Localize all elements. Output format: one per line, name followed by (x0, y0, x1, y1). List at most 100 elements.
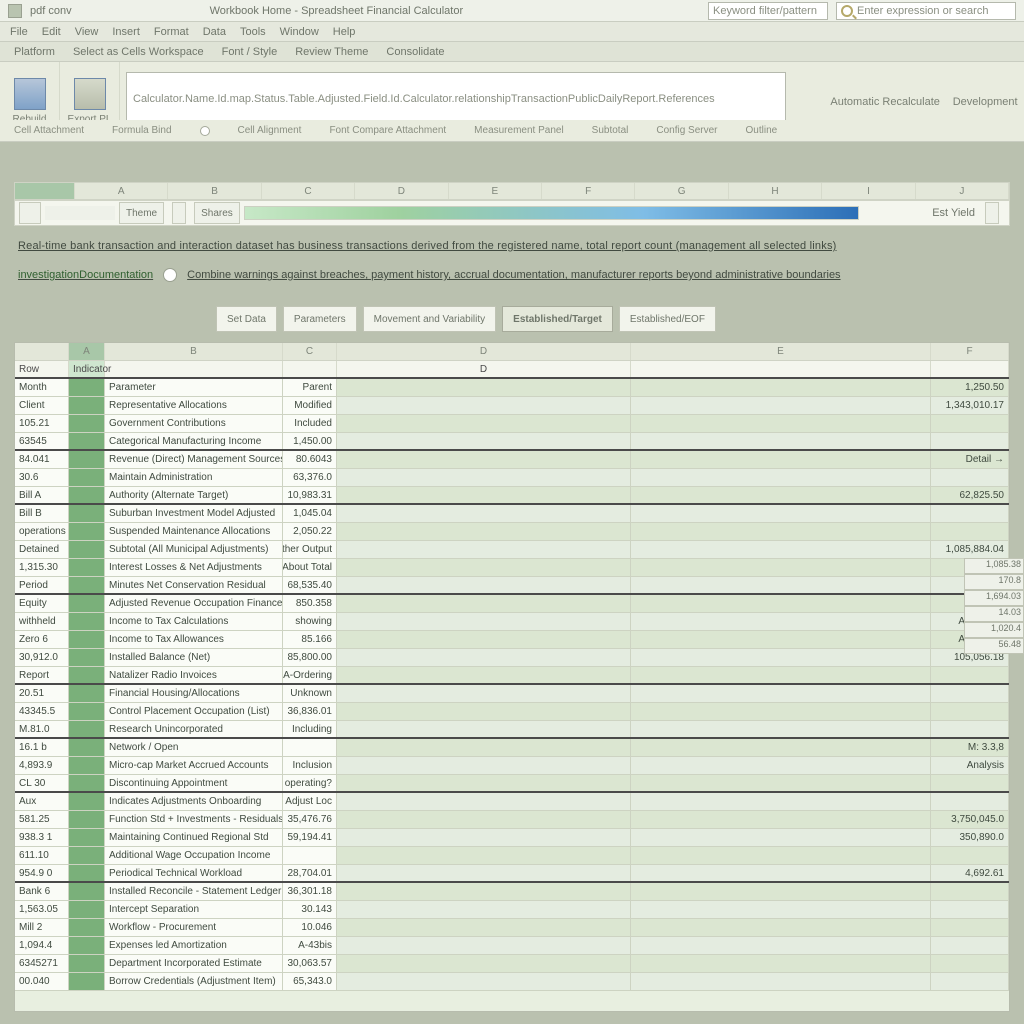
table-row[interactable]: 43345.5Control Placement Occupation (Lis… (15, 703, 1009, 721)
cell-c[interactable]: Unknown (283, 685, 337, 702)
cell-c[interactable]: 30,063.57 (283, 955, 337, 972)
cell-c[interactable]: 35,476.76 (283, 811, 337, 828)
table-row[interactable]: DetainedSubtotal (All Municipal Adjustme… (15, 541, 1009, 559)
ghl-A[interactable]: A (69, 343, 105, 360)
cell-rowid[interactable]: 4,893.9 (15, 757, 69, 774)
cell-e[interactable] (631, 901, 931, 918)
hdr-b[interactable] (105, 361, 283, 377)
cell-a[interactable] (69, 829, 105, 846)
cell-rowid[interactable]: 611.10 (15, 847, 69, 864)
menu-help[interactable]: Help (333, 26, 356, 38)
subr-1[interactable]: Formula Bind (112, 125, 171, 136)
cell-c[interactable]: 65,343.0 (283, 973, 337, 990)
col-F[interactable]: F (542, 183, 635, 199)
cell-e[interactable] (631, 667, 931, 683)
cell-c[interactable]: 36,301.18 (283, 883, 337, 900)
col-H[interactable]: H (729, 183, 822, 199)
cell-e[interactable] (631, 559, 931, 576)
cell-d[interactable] (337, 739, 631, 756)
cell-f[interactable] (931, 415, 1009, 432)
cell-e[interactable] (631, 973, 931, 990)
filter-set-data[interactable]: Set Data (216, 306, 277, 332)
cell-e[interactable] (631, 775, 931, 791)
cell-b[interactable]: Suspended Maintenance Allocations (105, 523, 283, 540)
col-A[interactable]: A (75, 183, 168, 199)
table-row[interactable]: ReportNatalizer Radio InvoicesA-Ordering (15, 667, 1009, 685)
hdr-f[interactable] (931, 361, 1009, 377)
table-row[interactable]: 954.9 0Periodical Technical Workload28,7… (15, 865, 1009, 883)
ribbon-right-0[interactable]: Automatic Recalculate (830, 96, 939, 108)
cell-rowid[interactable]: 105.21 (15, 415, 69, 432)
cell-rowid[interactable]: M.81.0 (15, 721, 69, 737)
keyword-search[interactable]: Keyword filter/pattern (708, 2, 828, 20)
table-row[interactable]: 00.040Borrow Credentials (Adjustment Ite… (15, 973, 1009, 991)
cell-rowid[interactable]: Bill A (15, 487, 69, 503)
cell-rowid[interactable]: Detained (15, 541, 69, 558)
cell-d[interactable] (337, 937, 631, 954)
cell-rowid[interactable]: Report (15, 667, 69, 683)
ribbontab-4[interactable]: Consolidate (386, 46, 444, 58)
cell-d[interactable] (337, 487, 631, 503)
slider-handle2-icon[interactable] (172, 202, 186, 224)
cell-b[interactable]: Adjusted Revenue Occupation Finances (105, 595, 283, 612)
ghl-D[interactable]: D (337, 343, 631, 360)
cell-b[interactable]: Department Incorporated Estimate (105, 955, 283, 972)
cell-c[interactable]: 59,194.41 (283, 829, 337, 846)
cell-b[interactable]: Expenses led Amortization (105, 937, 283, 954)
slider-chip-shares[interactable]: Shares (194, 202, 240, 224)
cell-f[interactable] (931, 775, 1009, 791)
filter-est-eof[interactable]: Established/EOF (619, 306, 716, 332)
cell-rowid[interactable]: 954.9 0 (15, 865, 69, 881)
cell-f[interactable] (931, 793, 1009, 810)
cell-b[interactable]: Workflow - Procurement (105, 919, 283, 936)
cell-d[interactable] (337, 469, 631, 486)
cell-c[interactable]: 30.143 (283, 901, 337, 918)
cell-rowid[interactable]: 16.1 b (15, 739, 69, 756)
table-row[interactable]: 1,094.4Expenses led AmortizationA-43bis (15, 937, 1009, 955)
cell-b[interactable]: Installed Balance (Net) (105, 649, 283, 666)
hdr-a[interactable]: Indicator (69, 361, 105, 377)
menu-edit[interactable]: Edit (42, 26, 61, 38)
cell-b[interactable]: Income to Tax Allowances (105, 631, 283, 648)
cell-e[interactable] (631, 631, 931, 648)
cell-b[interactable]: Interest Losses & Net Adjustments (105, 559, 283, 576)
cell-f[interactable]: 3,750,045.0 (931, 811, 1009, 828)
path-bar[interactable]: Calculator.Name.Id.map.Status.Table.Adju… (126, 72, 786, 125)
cell-b[interactable]: Representative Allocations (105, 397, 283, 414)
menu-insert[interactable]: Insert (112, 26, 140, 38)
cell-rowid[interactable]: 581.25 (15, 811, 69, 828)
slider-chip-theme[interactable]: Theme (119, 202, 164, 224)
cell-rowid[interactable]: Zero 6 (15, 631, 69, 648)
slider-end-icon[interactable] (985, 202, 999, 224)
cell-c[interactable]: 80.6043 (283, 451, 337, 468)
cell-a[interactable] (69, 505, 105, 522)
subr-0[interactable]: Cell Attachment (14, 125, 84, 136)
cell-e[interactable] (631, 919, 931, 936)
cell-f[interactable] (931, 685, 1009, 702)
cell-a[interactable] (69, 487, 105, 503)
table-row[interactable]: 6345271 Department Incorporated Estimate3… (15, 955, 1009, 973)
cell-e[interactable] (631, 703, 931, 720)
table-row[interactable]: MonthParameterParent1,250.50 (15, 379, 1009, 397)
cell-a[interactable] (69, 721, 105, 737)
cell-e[interactable] (631, 487, 931, 503)
cell-f[interactable] (931, 847, 1009, 864)
cell-c[interactable] (283, 847, 337, 864)
cell-c[interactable]: 1,045.04 (283, 505, 337, 522)
cell-a[interactable] (69, 631, 105, 648)
cell-d[interactable] (337, 883, 631, 900)
cell-a[interactable] (69, 757, 105, 774)
cell-d[interactable] (337, 955, 631, 972)
cell-d[interactable] (337, 829, 631, 846)
table-row[interactable]: Zero 6Income to Tax Allowances85.166A - … (15, 631, 1009, 649)
cell-b[interactable]: Maintaining Continued Regional Std (105, 829, 283, 846)
cell-b[interactable]: Periodical Technical Workload (105, 865, 283, 881)
cell-f[interactable]: 1,250.50 (931, 379, 1009, 396)
cell-f[interactable]: 62,825.50 (931, 487, 1009, 503)
cell-rowid[interactable]: withheld (15, 613, 69, 630)
cell-rowid[interactable]: 1,563.05 (15, 901, 69, 918)
cell-rowid[interactable]: 6345271 (15, 955, 69, 972)
cell-e[interactable] (631, 721, 931, 737)
cell-c[interactable]: 68,535.40 (283, 577, 337, 593)
cell-f[interactable]: M: 3.3,8 (931, 739, 1009, 756)
